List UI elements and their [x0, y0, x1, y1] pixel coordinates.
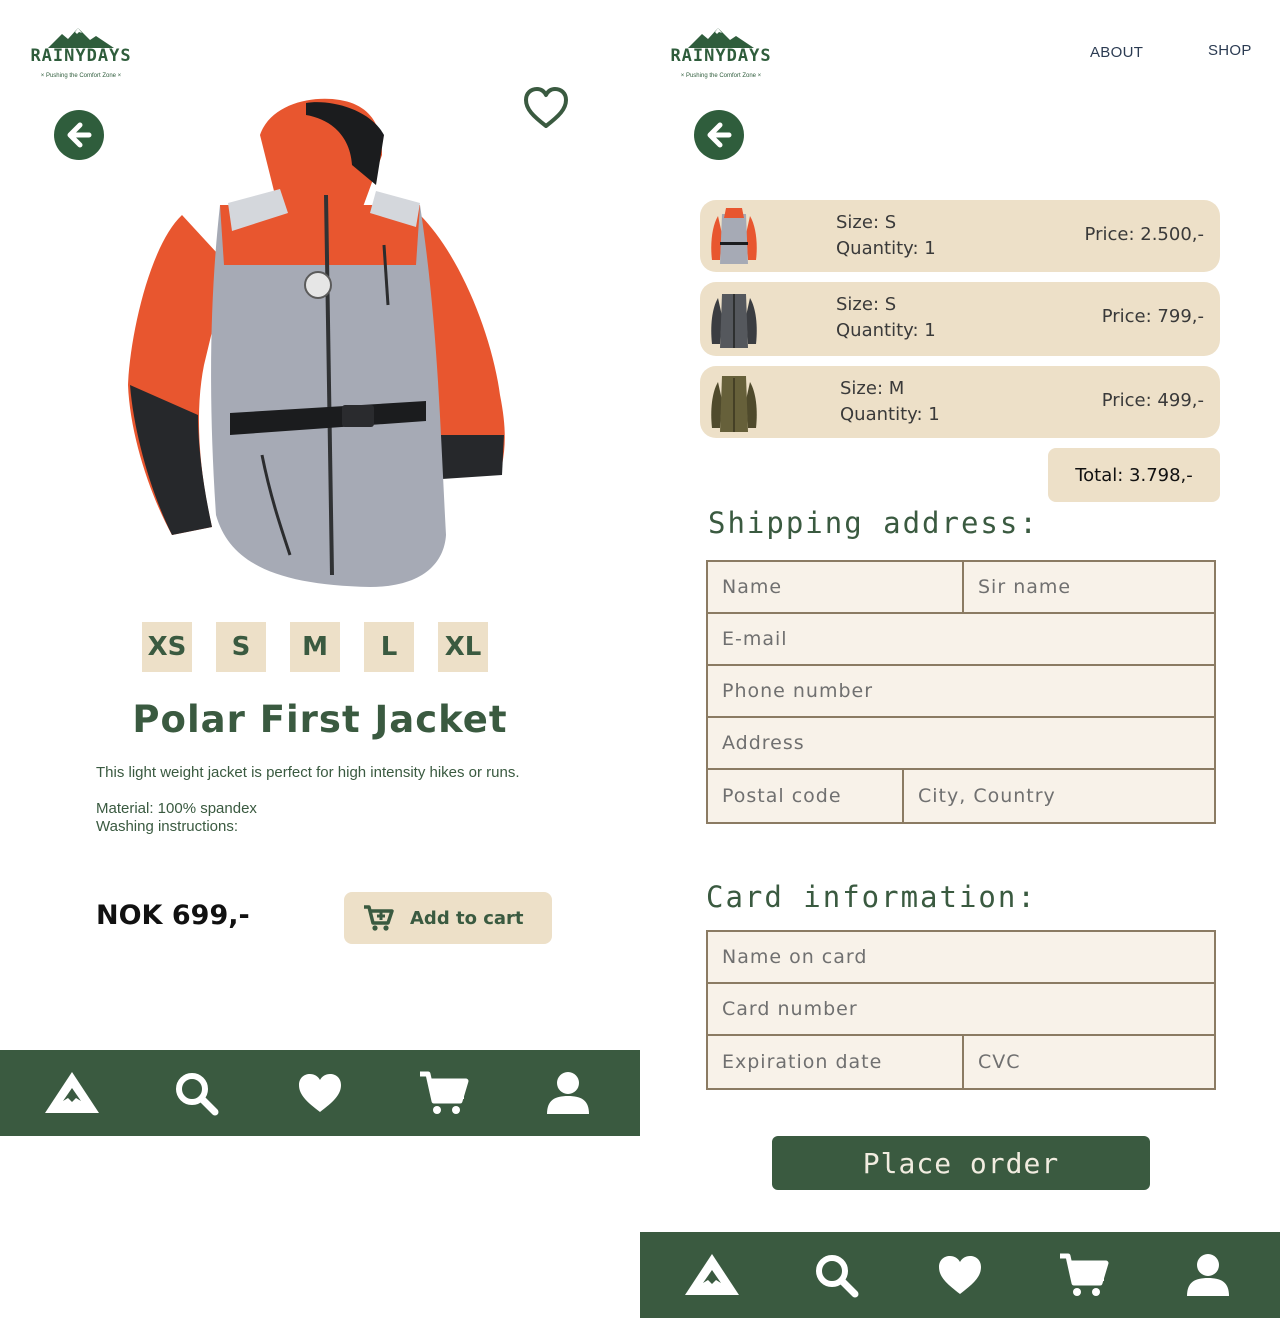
add-to-cart-button[interactable]: Add to cart — [344, 892, 552, 944]
material-text: Material: 100% spandex — [96, 800, 257, 817]
size-option-xs[interactable]: XS — [142, 622, 192, 672]
phone-field[interactable]: Phone number — [708, 666, 1214, 716]
nav-link-about[interactable]: ABOUT — [1090, 44, 1143, 61]
nav-profile[interactable] — [1178, 1245, 1238, 1305]
mountain-logo-icon — [688, 28, 754, 48]
cart-icon — [420, 1071, 469, 1114]
city-country-field[interactable]: City, Country — [902, 770, 1214, 822]
cart-item-size: Size: S — [836, 294, 897, 315]
user-icon — [547, 1072, 589, 1114]
place-order-button[interactable]: Place order — [772, 1136, 1150, 1190]
product-page: RAINYDAYS × Pushing the Comfort Zone × X… — [0, 0, 640, 1318]
cart-plus-icon — [364, 905, 394, 931]
cvc-field[interactable]: CVC — [962, 1036, 1214, 1088]
favorite-button[interactable] — [523, 86, 569, 130]
size-selector: XS S M L XL — [142, 622, 488, 672]
form-row: Postal code City, Country — [708, 770, 1214, 822]
name-field[interactable]: Name — [708, 562, 962, 612]
card-number-field[interactable]: Card number — [708, 984, 1214, 1034]
product-details: Material: 100% spandex Washing instructi… — [96, 800, 257, 836]
mountain-logo-icon — [48, 28, 114, 48]
form-row: E-mail — [708, 614, 1214, 666]
form-row: Phone number — [708, 666, 1214, 718]
brand-name: RAINYDAYS — [30, 46, 132, 66]
product-description: This light weight jacket is perfect for … — [96, 764, 520, 781]
product-thumbnail — [711, 376, 757, 432]
add-to-cart-label: Add to cart — [410, 907, 524, 929]
product-thumbnail — [711, 208, 757, 264]
cart-item-meta: Size: S Quantity: 1 — [836, 292, 936, 344]
form-row: Name Sir name — [708, 562, 1214, 614]
brand-tagline: × Pushing the Comfort Zone × — [40, 73, 122, 79]
heart-icon — [299, 1074, 341, 1112]
heart-outline-icon — [524, 87, 568, 128]
bottom-nav — [640, 1232, 1280, 1318]
bottom-nav — [0, 1050, 640, 1136]
cart-item-quantity: Quantity: 1 — [836, 238, 936, 259]
heart-icon — [939, 1256, 981, 1294]
nav-profile[interactable] — [538, 1063, 598, 1123]
brand-logo[interactable]: RAINYDAYS × Pushing the Comfort Zone × — [670, 28, 772, 84]
cart-total: Total: 3.798,- — [1048, 448, 1220, 502]
size-option-s[interactable]: S — [216, 622, 266, 672]
cart-item-size: Size: S — [836, 212, 897, 233]
email-field[interactable]: E-mail — [708, 614, 1214, 664]
size-option-m[interactable]: M — [290, 622, 340, 672]
cart-icon — [1060, 1253, 1109, 1296]
nav-favorites[interactable] — [930, 1245, 990, 1305]
product-title: Polar First Jacket — [132, 698, 508, 741]
cart-item[interactable]: Size: S Quantity: 1 Price: 799,- — [700, 282, 1220, 356]
back-button[interactable] — [694, 110, 744, 160]
cart-item-price: Price: 799,- — [1101, 306, 1204, 327]
arrow-left-icon — [707, 122, 732, 148]
cart-item[interactable]: Size: S Quantity: 1 Price: 2.500,- — [700, 200, 1220, 272]
form-row: Card number — [708, 984, 1214, 1036]
nav-search[interactable] — [166, 1063, 226, 1123]
nav-link-shop[interactable]: SHOP — [1208, 42, 1252, 59]
cart-item-meta: Size: M Quantity: 1 — [840, 376, 940, 428]
brand-tagline: × Pushing the Comfort Zone × — [680, 73, 762, 79]
cart-item-size: Size: M — [840, 378, 905, 399]
address-field[interactable]: Address — [708, 718, 1214, 768]
cart-item-quantity: Quantity: 1 — [840, 404, 940, 425]
postal-code-field[interactable]: Postal code — [708, 770, 902, 822]
user-icon — [1187, 1254, 1229, 1296]
nav-home[interactable] — [682, 1245, 742, 1305]
nav-cart[interactable] — [1054, 1245, 1114, 1305]
cart-item[interactable]: Size: M Quantity: 1 Price: 499,- — [700, 366, 1220, 438]
product-image — [128, 98, 505, 587]
shipping-title: Shipping address: — [708, 506, 1039, 540]
form-row: Address — [708, 718, 1214, 770]
product-thumbnail — [711, 294, 757, 348]
card-form: Name on card Card number Expiration date… — [706, 930, 1216, 1090]
nav-cart[interactable] — [414, 1063, 474, 1123]
form-row: Name on card — [708, 932, 1214, 984]
nav-search[interactable] — [806, 1245, 866, 1305]
home-mountain-icon — [685, 1254, 739, 1295]
name-on-card-field[interactable]: Name on card — [708, 932, 1214, 982]
shipping-form: Name Sir name E-mail Phone number Addres… — [706, 560, 1216, 824]
back-button[interactable] — [54, 110, 104, 160]
cart-item-price: Price: 499,- — [1101, 390, 1204, 411]
form-row: Expiration date CVC — [708, 1036, 1214, 1088]
surname-field[interactable]: Sir name — [962, 562, 1214, 612]
search-icon — [176, 1073, 219, 1116]
nav-home[interactable] — [42, 1063, 102, 1123]
cart-item-price: Price: 2.500,- — [1084, 224, 1204, 245]
card-info-title: Card information: — [706, 880, 1037, 914]
nav-favorites[interactable] — [290, 1063, 350, 1123]
arrow-left-icon — [67, 122, 92, 148]
expiration-date-field[interactable]: Expiration date — [708, 1036, 962, 1088]
search-icon — [816, 1255, 859, 1298]
product-price: NOK 699,- — [96, 900, 250, 931]
washing-text: Washing instructions: — [96, 818, 239, 835]
cart-item-quantity: Quantity: 1 — [836, 320, 936, 341]
brand-logo[interactable]: RAINYDAYS × Pushing the Comfort Zone × — [30, 28, 132, 84]
size-option-xl[interactable]: XL — [438, 622, 488, 672]
cart-item-meta: Size: S Quantity: 1 — [836, 210, 936, 262]
brand-name: RAINYDAYS — [670, 46, 772, 66]
checkout-page: RAINYDAYS × Pushing the Comfort Zone × A… — [640, 0, 1280, 1318]
home-mountain-icon — [45, 1072, 99, 1113]
size-option-l[interactable]: L — [364, 622, 414, 672]
